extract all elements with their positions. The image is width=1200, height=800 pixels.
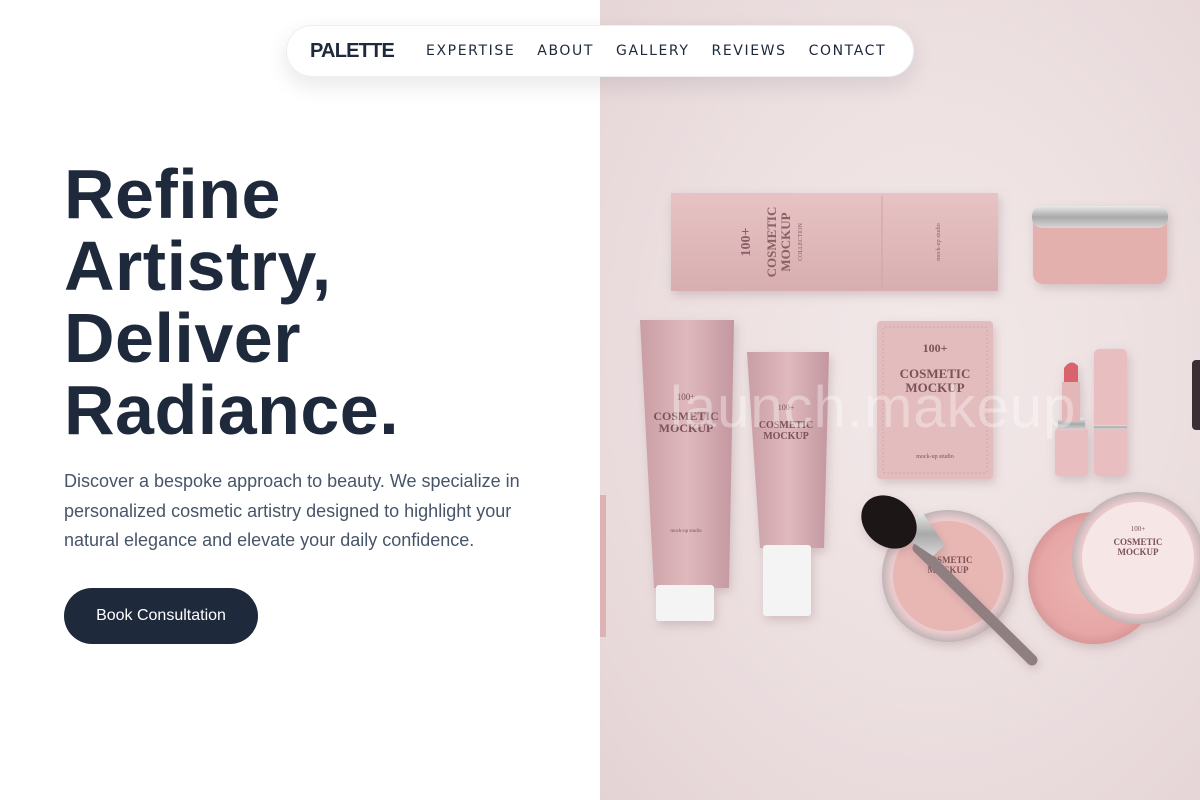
nav-link-about[interactable]: ABOUT [537,43,594,59]
svg-text:mock-up studio: mock-up studio [936,223,942,261]
svg-text:mock-up studio: mock-up studio [670,529,702,534]
nav-links: EXPERTISE ABOUT GALLERY REVIEWS CONTACT [426,43,886,59]
nav-link-reviews[interactable]: REVIEWS [712,43,787,59]
svg-text:MOCKUP: MOCKUP [1118,547,1159,557]
svg-text:COLLECTION: COLLECTION [798,223,804,261]
hero-title: Refine Artistry, Deliver Radiance. [64,158,399,446]
hero-description: Discover a bespoke approach to beauty. W… [64,471,520,550]
svg-text:MOCKUP: MOCKUP [778,212,793,271]
brand-logo[interactable]: PALETTE [310,40,395,63]
svg-text:100+: 100+ [923,341,948,355]
nav-link-gallery[interactable]: GALLERY [616,43,689,59]
image-watermark: launch.makeup [670,375,1077,440]
svg-text:100+: 100+ [739,227,754,256]
svg-text:COSMETIC: COSMETIC [764,207,779,278]
hero-title-line: Deliver [64,299,301,377]
svg-text:COSMETIC: COSMETIC [1113,537,1162,547]
nav-link-contact[interactable]: CONTACT [809,43,887,59]
hero-title-line: Refine [64,155,281,233]
top-navbar: PALETTE EXPERTISE ABOUT GALLERY REVIEWS … [286,25,914,77]
svg-text:100+: 100+ [1131,525,1146,533]
svg-text:mock-up studio: mock-up studio [916,454,954,460]
nav-link-expertise[interactable]: EXPERTISE [426,43,515,59]
hero-title-line: Radiance. [64,371,400,449]
book-consultation-button[interactable]: Book Consultation [64,588,258,644]
hero-title-line: Artistry, [64,227,332,305]
